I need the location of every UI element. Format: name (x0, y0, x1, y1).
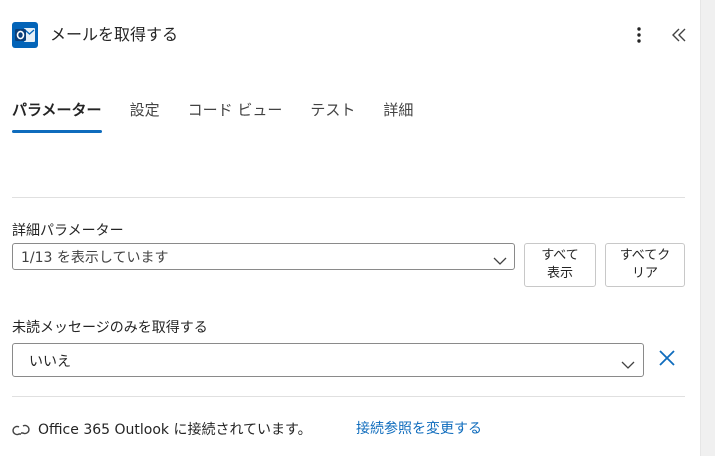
unread-only-label: 未読メッセージのみを取得する (12, 320, 208, 336)
show-all-button[interactable]: すべて 表示 (524, 243, 596, 287)
unread-only-dropdown[interactable]: いいえ (12, 343, 644, 377)
collapse-panel-button[interactable] (666, 22, 692, 48)
tab-settings[interactable]: 設定 (130, 96, 160, 136)
close-icon (659, 350, 675, 366)
advanced-parameters-label: 詳細パラメーター (12, 223, 124, 239)
tab-code-view[interactable]: コード ビュー (188, 96, 283, 136)
clear-all-label-line2: リア (631, 266, 658, 281)
tab-parameters[interactable]: パラメーター (12, 96, 102, 136)
advanced-parameters-value: 1/13 を表示しています (21, 250, 169, 266)
clear-all-button[interactable]: すべてク リア (605, 243, 685, 287)
chevron-down-icon (621, 355, 635, 374)
show-all-label-line2: 表示 (546, 266, 573, 281)
advanced-parameters-dropdown[interactable]: 1/13 を表示しています (12, 243, 515, 270)
tab-test[interactable]: テスト (310, 96, 355, 136)
section-divider (12, 396, 685, 397)
connection-status: Office 365 Outlook に接続されています。 (38, 422, 312, 438)
clear-all-label-line1: すべてク (619, 248, 671, 263)
chevron-down-icon (493, 251, 507, 270)
outlook-icon (12, 22, 38, 48)
link-icon (12, 422, 30, 438)
more-vertical-icon (637, 27, 641, 43)
remove-parameter-button[interactable] (656, 346, 678, 370)
more-options-button[interactable] (628, 22, 650, 48)
double-chevron-left-icon (672, 28, 686, 42)
change-connection-link[interactable]: 接続参照を変更する (356, 419, 482, 439)
panel-header: メールを取得する (0, 0, 701, 70)
unread-only-value: いいえ (29, 354, 71, 370)
scrollbar-track[interactable] (701, 0, 715, 456)
show-all-label-line1: すべて (541, 248, 579, 263)
action-panel: メールを取得する パラメーター 設定 コード ビュー テスト 詳細 詳細パラメー… (0, 0, 701, 456)
section-divider (12, 197, 685, 198)
panel-title: メールを取得する (50, 25, 179, 44)
tab-list: パラメーター 設定 コード ビュー テスト 詳細 (12, 96, 441, 136)
tab-details[interactable]: 詳細 (383, 96, 413, 136)
